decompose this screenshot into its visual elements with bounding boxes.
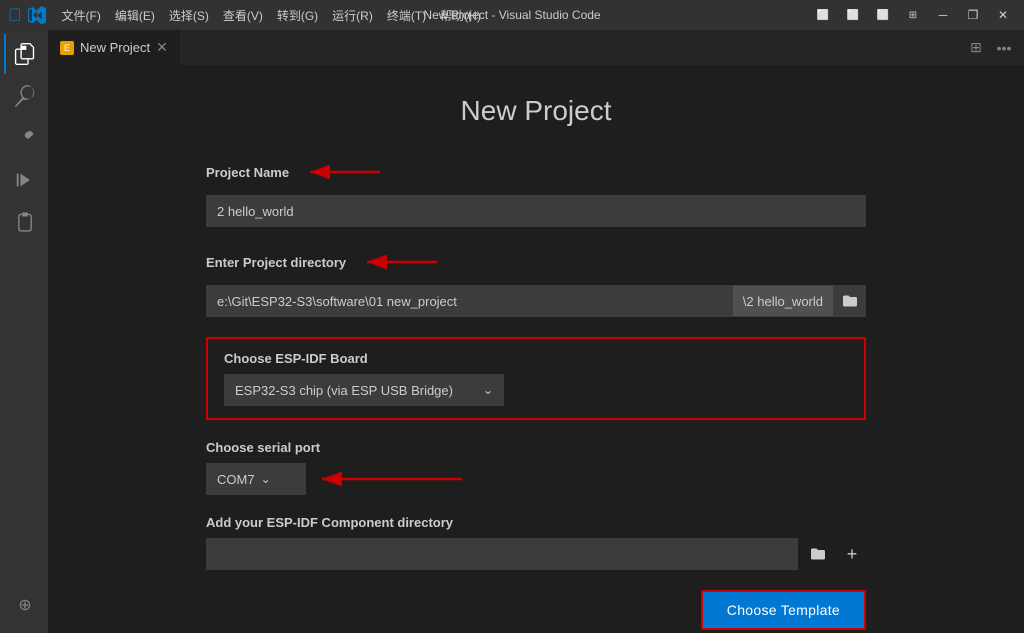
directory-browse-button[interactable] [834, 285, 866, 317]
component-label: Add your ESP-IDF Component directory [206, 515, 866, 530]
project-name-arrow [305, 157, 385, 187]
component-browse-button[interactable] [804, 540, 832, 568]
directory-suffix: \2 hello_world [733, 285, 834, 317]
serial-dropdown-arrow: ⌄ [261, 472, 271, 486]
project-name-input[interactable] [206, 195, 866, 227]
board-dropdown-value: ESP32-S3 chip (via ESP USB Bridge) [235, 383, 453, 398]
layout-toggle-1[interactable]: ⬜ [810, 5, 836, 25]
serial-row: COM7 ⌄ [206, 463, 866, 495]
close-button[interactable]: ✕ [990, 5, 1016, 25]
board-section: Choose ESP-IDF Board ESP32-S3 chip (via … [206, 337, 866, 420]
split-editor-icon[interactable]: ⊞ [964, 36, 988, 60]
folder-icon-2 [810, 546, 826, 562]
directory-arrow [362, 247, 442, 277]
project-name-label: Project Name [206, 157, 866, 187]
restore-button[interactable]: ❐ [960, 5, 986, 25]
component-directory-section: Add your ESP-IDF Component directory + [206, 515, 866, 570]
minimize-button[interactable]: ─ [930, 5, 956, 25]
titlebar-menu: 文件(F) 编辑(E) 选择(S) 查看(V) 转到(G) 运行(R) 终端(T… [56, 5, 487, 26]
tab-label: New Project [80, 40, 150, 55]
menu-edit[interactable]: 编辑(E) [109, 5, 161, 26]
activity-source-control[interactable] [4, 118, 44, 158]
tab-bar-right: ⊞ ••• [964, 36, 1024, 60]
folder-icon [842, 293, 858, 309]
activity-explorer[interactable] [4, 34, 44, 74]
menu-select[interactable]: 选择(S) [163, 5, 215, 26]
page-title: New Project [128, 95, 944, 127]
layout-toggle-4[interactable]: ⊞ [900, 5, 926, 25]
content-area: E New Project ✕ ⊞ ••• New Project Projec… [48, 30, 1024, 633]
title-bar:  文件(F) 编辑(E) 选择(S) 查看(V) 转到(G) 运行(R) 终端… [0, 0, 1024, 30]
activity-run[interactable] [4, 160, 44, 200]
serial-port-section: Choose serial port COM7 ⌄ [206, 440, 866, 495]
main-layout: ⊕ E New Project ✕ ⊞ ••• New Project [0, 30, 1024, 633]
activity-bar: ⊕ [0, 30, 48, 633]
more-actions-icon[interactable]: ••• [992, 36, 1016, 60]
editor-area: New Project Project Name [48, 65, 1024, 633]
vscode-logo-icon [28, 6, 46, 24]
board-dropdown-arrow: ⌄ [483, 383, 493, 397]
menu-view[interactable]: 查看(V) [217, 5, 269, 26]
project-directory-section: Enter Project directory [206, 247, 866, 317]
menu-run[interactable]: 运行(R) [326, 5, 379, 26]
directory-row: \2 hello_world [206, 285, 866, 317]
board-dropdown[interactable]: ESP32-S3 chip (via ESP USB Bridge) ⌄ [224, 374, 504, 406]
directory-input[interactable] [206, 285, 733, 317]
project-name-section: Project Name [206, 157, 866, 227]
serial-value: COM7 [217, 472, 255, 487]
layout-toggle-2[interactable]: ⬜ [840, 5, 866, 25]
tab-esp-icon: E [60, 41, 74, 55]
menu-file[interactable]: 文件(F) [56, 5, 107, 26]
vscode-logo:  [8, 5, 22, 26]
layout-toggle-3[interactable]: ⬜ [870, 5, 896, 25]
activity-extensions[interactable] [4, 202, 44, 242]
tab-bar: E New Project ✕ ⊞ ••• [48, 30, 1024, 65]
tab-bar-left: E New Project ✕ [48, 30, 181, 65]
tab-close-button[interactable]: ✕ [156, 39, 168, 56]
serial-dropdown[interactable]: COM7 ⌄ [206, 463, 306, 495]
menu-goto[interactable]: 转到(G) [271, 5, 324, 26]
tab-new-project[interactable]: E New Project ✕ [48, 30, 181, 65]
titlebar-left:  文件(F) 编辑(E) 选择(S) 查看(V) 转到(G) 运行(R) 终端… [8, 5, 487, 26]
board-label: Choose ESP-IDF Board [224, 351, 848, 366]
choose-template-button[interactable]: Choose Template [701, 590, 866, 630]
component-row: + [206, 538, 866, 570]
activity-broadcast[interactable]: ⊕ [4, 585, 44, 625]
plus-icon: + [847, 545, 858, 563]
window-controls: ⬜ ⬜ ⬜ ⊞ ─ ❐ ✕ [810, 5, 1016, 25]
component-add-button[interactable]: + [838, 540, 866, 568]
bottom-row: Choose Template [206, 590, 866, 633]
window-title: New Project - Visual Studio Code [423, 8, 600, 22]
activity-bar-bottom: ⊕ [4, 585, 44, 633]
component-input[interactable] [206, 538, 798, 570]
directory-label: Enter Project directory [206, 247, 866, 277]
serial-arrow [312, 464, 472, 494]
form-container: Project Name [206, 157, 866, 633]
board-dropdown-row: ESP32-S3 chip (via ESP USB Bridge) ⌄ [224, 374, 848, 406]
serial-label: Choose serial port [206, 440, 866, 455]
activity-search[interactable] [4, 76, 44, 116]
